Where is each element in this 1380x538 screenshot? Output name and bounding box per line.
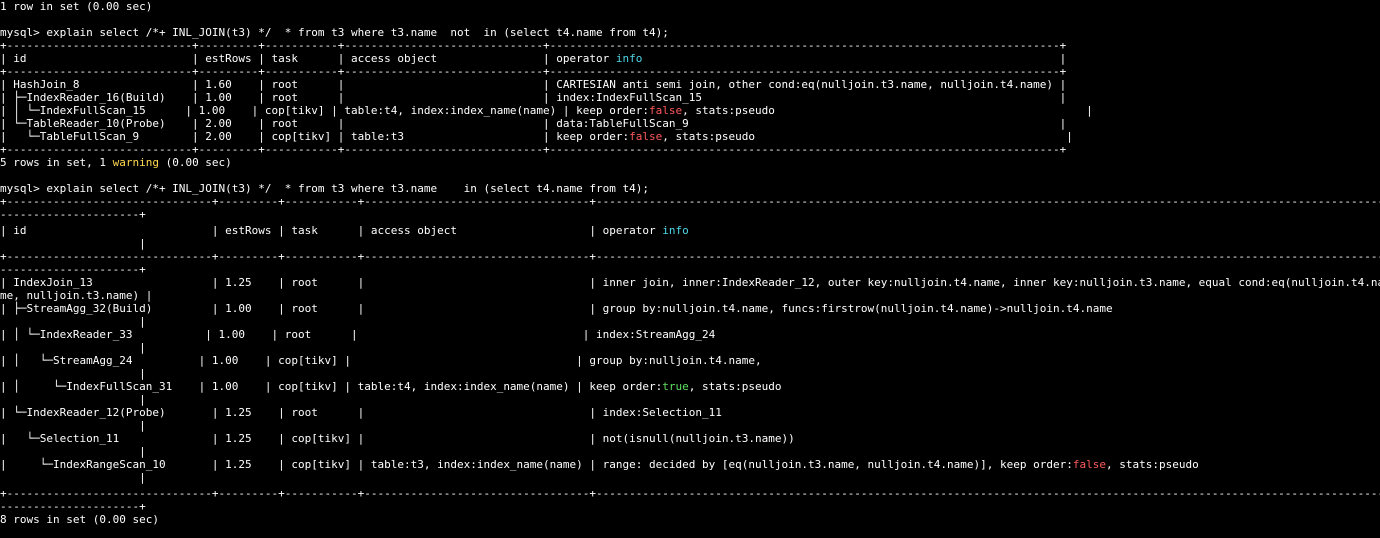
terminal-line: | IndexJoin_13 | 1.25 | root | | inner j…: [0, 276, 1380, 289]
terminal-text: |: [0, 393, 146, 406]
terminal-line: | └─Selection_11 | 1.25 | cop[tikv] | | …: [0, 432, 795, 445]
terminal-text: | └─TableFullScan_9 | 2.00 | cop[tikv] |…: [0, 130, 630, 143]
terminal-text: | │ └─IndexReader_33 | 1.00 | root | | i…: [0, 328, 716, 341]
highlighted-keyword: false: [629, 130, 663, 143]
terminal-line: 8 rows in set (0.00 sec): [0, 513, 159, 526]
terminal-text: 8 rows in set (0.00 sec): [0, 513, 159, 526]
terminal-line: |: [0, 315, 146, 328]
terminal-line: ---------------------+: [0, 208, 146, 221]
terminal-text: +-------------------------------+-------…: [0, 487, 1380, 500]
terminal-text: +----------------------------+---------+…: [0, 65, 1067, 78]
terminal-text: | └─IndexRangeScan_10 | 1.25 | cop[tikv]…: [0, 458, 1073, 471]
terminal-text: |: [0, 341, 146, 354]
highlighted-keyword: false: [649, 104, 683, 117]
terminal-text: +-------------------------------+-------…: [0, 195, 1380, 208]
terminal-text: | │ └─IndexFullScan_31 | 1.00 | cop[tikv…: [0, 380, 663, 393]
terminal-text: (0.00 sec): [158, 156, 232, 169]
terminal-line: |: [0, 445, 146, 458]
terminal-text: | └─Selection_11 | 1.25 | cop[tikv] | | …: [0, 432, 795, 445]
terminal-line: | │ └─StreamAgg_24 | 1.00 | cop[tikv] | …: [0, 354, 762, 367]
terminal-window[interactable]: 1 row in set (0.00 sec) mysql> explain se…: [0, 0, 1380, 538]
terminal-text: | id | estRows | task | access object | …: [0, 52, 616, 65]
terminal-text: |: [642, 52, 1067, 65]
terminal-line: | │ └─IndexFullScan_31 | 1.00 | cop[tikv…: [0, 380, 781, 393]
terminal-text: | └─IndexReader_12(Probe) | 1.25 | root …: [0, 406, 722, 419]
terminal-text: +----------------------------+---------+…: [0, 143, 1067, 156]
terminal-text: |: [0, 471, 146, 484]
terminal-text: me, nulljoin.t3.name) |: [0, 289, 153, 302]
terminal-line: | ├─StreamAgg_32(Build) | 1.00 | root | …: [0, 302, 1113, 315]
terminal-line: | └─TableFullScan_9 | 2.00 | cop[tikv] |…: [0, 130, 1073, 143]
terminal-text: |: [0, 419, 146, 432]
terminal-line: |: [0, 237, 146, 250]
terminal-text: , stats:pseudo |: [682, 104, 1093, 117]
terminal-line: |: [0, 341, 146, 354]
terminal-line: |: [0, 471, 146, 484]
terminal-text: mysql> explain select /*+ INL_JOIN(t3) *…: [0, 182, 650, 195]
highlighted-keyword: false: [1072, 458, 1106, 471]
terminal-text: | ├─IndexReader_16(Build) | 1.00 | root …: [0, 91, 1067, 104]
terminal-line: 1 row in set (0.00 sec): [0, 0, 152, 13]
terminal-text: |: [0, 315, 146, 328]
terminal-text: |: [0, 237, 146, 250]
terminal-line: +-------------------------------+-------…: [0, 250, 1380, 263]
terminal-line: me, nulljoin.t3.name) |: [0, 289, 152, 302]
terminal-line: | └─IndexRangeScan_10 | 1.25 | cop[tikv]…: [0, 458, 1199, 471]
terminal-text: | IndexJoin_13 | 1.25 | root | | inner j…: [0, 276, 1380, 289]
terminal-line: ---------------------+: [0, 263, 146, 276]
terminal-line: 5 rows in set, 1 warning (0.00 sec): [0, 156, 232, 169]
terminal-line: | └─TableReader_10(Probe) | 2.00 | root …: [0, 117, 1066, 130]
terminal-line: |: [0, 367, 146, 380]
terminal-text: 1 row in set (0.00 sec): [0, 0, 153, 13]
terminal-text: ---------------------+: [0, 208, 146, 221]
terminal-text: , stats:pseudo |: [662, 130, 1073, 143]
terminal-line: | │ └─IndexFullScan_15 | 1.00 | cop[tikv…: [0, 104, 1093, 117]
highlighted-keyword: info: [662, 224, 689, 237]
terminal-line: | └─IndexReader_12(Probe) | 1.25 | root …: [0, 406, 722, 419]
terminal-line: |: [0, 393, 146, 406]
terminal-text: , stats:pseudo: [688, 380, 782, 393]
terminal-line: | id | estRows | task | access object | …: [0, 224, 689, 237]
terminal-line: mysql> explain select /*+ INL_JOIN(t3) *…: [0, 26, 669, 39]
terminal-text: | │ └─StreamAgg_24 | 1.00 | cop[tikv] | …: [0, 354, 762, 367]
terminal-line: | │ └─IndexReader_33 | 1.00 | root | | i…: [0, 328, 715, 341]
highlighted-keyword: info: [615, 52, 643, 65]
terminal-line: +----------------------------+---------+…: [0, 143, 1066, 156]
highlighted-keyword: true: [662, 380, 689, 393]
terminal-text: | ├─StreamAgg_32(Build) | 1.00 | root | …: [0, 302, 1113, 315]
terminal-line: +-------------------------------+-------…: [0, 195, 1380, 208]
terminal-line: | id | estRows | task | access object | …: [0, 52, 1066, 65]
terminal-line: +-------------------------------+-------…: [0, 487, 1380, 500]
terminal-line: +----------------------------+---------+…: [0, 39, 1066, 52]
terminal-text: ---------------------+: [0, 263, 146, 276]
terminal-text: +----------------------------+---------+…: [0, 39, 1067, 52]
terminal-text: mysql> explain select /*+ INL_JOIN(t3) *…: [0, 26, 669, 39]
terminal-line: | HashJoin_8 | 1.60 | root | | CARTESIAN…: [0, 78, 1066, 91]
terminal-text: | id | estRows | task | access object | …: [0, 224, 663, 237]
terminal-text: , stats:pseudo: [1105, 458, 1199, 471]
terminal-text: +-------------------------------+-------…: [0, 250, 1380, 263]
terminal-text: | │ └─IndexFullScan_15 | 1.00 | cop[tikv…: [0, 104, 650, 117]
terminal-line: +----------------------------+---------+…: [0, 65, 1066, 78]
terminal-line: | ├─IndexReader_16(Build) | 1.00 | root …: [0, 91, 1066, 104]
terminal-text: | └─TableReader_10(Probe) | 2.00 | root …: [0, 117, 1067, 130]
highlighted-keyword: warning: [112, 156, 159, 169]
terminal-line: mysql> explain select /*+ INL_JOIN(t3) *…: [0, 182, 649, 195]
terminal-text: |: [0, 367, 146, 380]
terminal-text: |: [0, 445, 146, 458]
terminal-text: ---------------------+: [0, 500, 146, 513]
terminal-line: ---------------------+: [0, 500, 146, 513]
terminal-line: |: [0, 419, 146, 432]
terminal-text: | HashJoin_8 | 1.60 | root | | CARTESIAN…: [0, 78, 1067, 91]
terminal-text: 5 rows in set, 1: [0, 156, 113, 169]
